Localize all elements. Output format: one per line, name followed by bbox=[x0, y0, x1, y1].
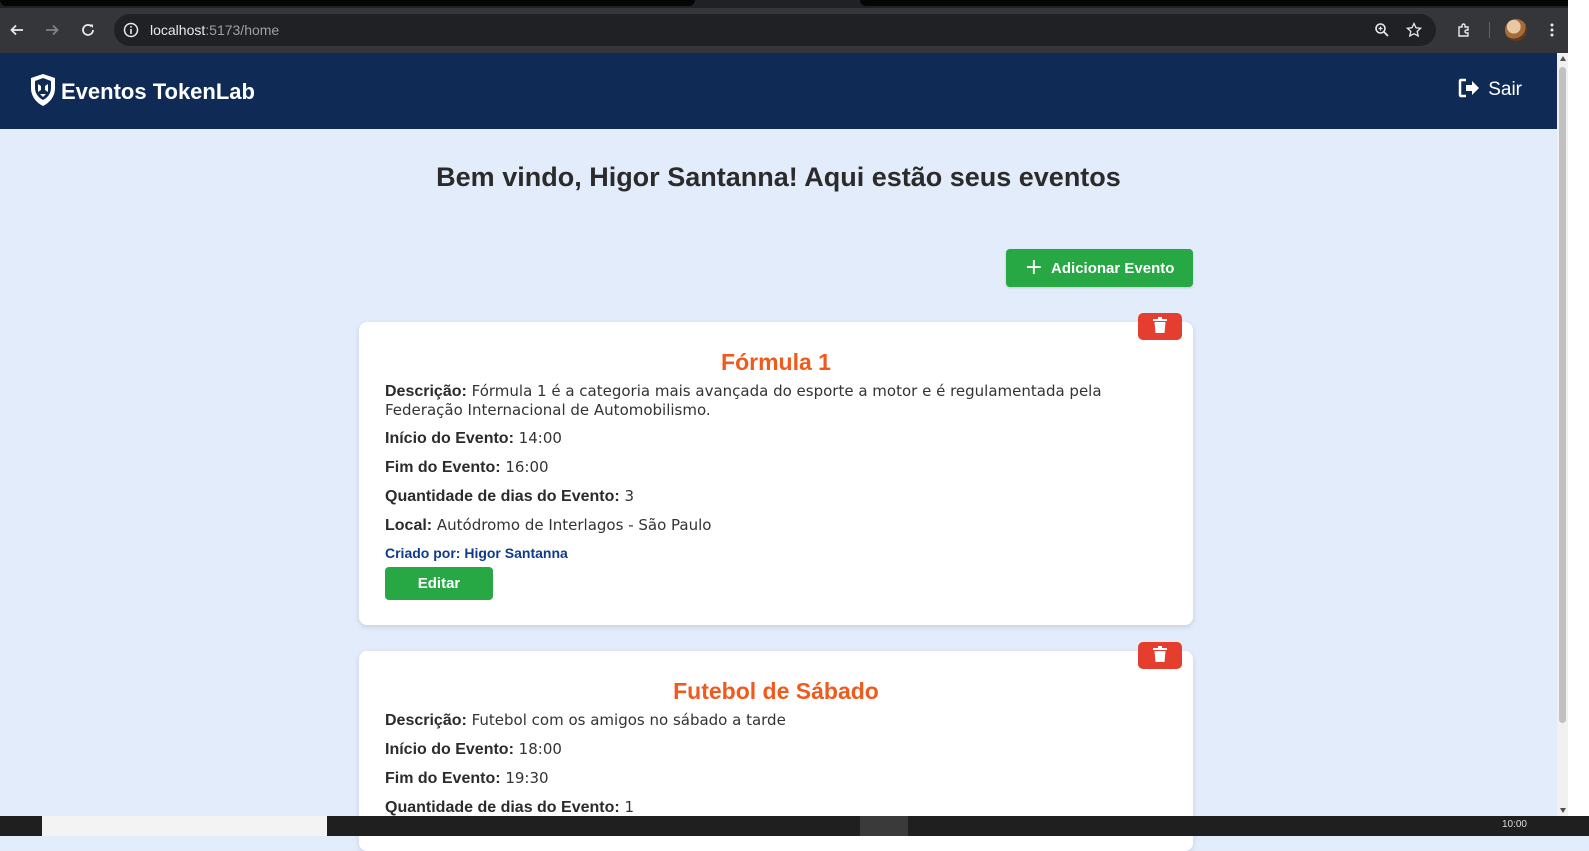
event-creator: Criado por: Higor Santanna bbox=[385, 545, 568, 561]
event-days: Quantidade de dias do Evento: 3 bbox=[385, 487, 635, 505]
site-info-icon[interactable] bbox=[123, 22, 139, 42]
edit-event-button[interactable]: Editar bbox=[385, 567, 493, 600]
browser-menu-icon[interactable] bbox=[1541, 19, 1563, 41]
event-start: Início do Evento: 14:00 bbox=[385, 429, 562, 447]
browser-toolbar: localhost:5173/home bbox=[0, 8, 1589, 53]
trash-icon bbox=[1153, 316, 1167, 337]
taskbar-clock[interactable]: 10:00 bbox=[1502, 819, 1527, 830]
event-title: Futebol de Sábado bbox=[673, 678, 879, 704]
event-title: Fórmula 1 bbox=[721, 349, 831, 375]
forward-icon[interactable] bbox=[41, 19, 63, 41]
event-end: Fim do Evento: 19:30 bbox=[385, 769, 549, 787]
browser-tab[interactable] bbox=[860, 0, 1589, 6]
back-icon[interactable] bbox=[6, 19, 28, 41]
app-title: Eventos TokenLab bbox=[61, 79, 255, 104]
url-text: localhost:5173/home bbox=[150, 22, 280, 38]
app-header: Eventos TokenLab Sair bbox=[0, 53, 1557, 129]
event-location: Local: Autódromo de Interlagos - São Pau… bbox=[385, 516, 712, 534]
sign-out-icon bbox=[1458, 78, 1480, 102]
trash-icon bbox=[1153, 645, 1167, 666]
taskbar-app-button[interactable] bbox=[42, 816, 327, 836]
scroll-down-icon[interactable] bbox=[1560, 808, 1566, 813]
address-bar[interactable]: localhost:5173/home bbox=[114, 14, 1436, 46]
plus-icon: + bbox=[1024, 255, 1044, 280]
browser-tab-strip bbox=[0, 0, 1589, 8]
event-start: Início do Evento: 18:00 bbox=[385, 740, 562, 758]
os-taskbar: 10:00 bbox=[0, 816, 1589, 836]
add-event-label: Adicionar Evento bbox=[1051, 259, 1175, 277]
window-edge bbox=[1568, 0, 1589, 836]
bookmark-star-icon[interactable] bbox=[1403, 19, 1425, 41]
event-description: Descrição: Futebol com os amigos no sába… bbox=[385, 711, 786, 729]
event-card: Fórmula 1 Descrição: Fórmula 1 é a categ… bbox=[359, 313, 1193, 625]
taskbar-app-button[interactable] bbox=[860, 816, 908, 836]
scroll-up-icon[interactable] bbox=[1560, 56, 1566, 61]
logout-button[interactable]: Sair bbox=[1458, 78, 1522, 102]
browser-tab[interactable] bbox=[0, 0, 695, 6]
extensions-icon[interactable] bbox=[1453, 19, 1475, 41]
page-scrollbar[interactable] bbox=[1557, 53, 1568, 816]
event-end: Fim do Evento: 16:00 bbox=[385, 458, 549, 476]
delete-event-button[interactable] bbox=[1138, 313, 1182, 340]
event-days: Quantidade de dias do Evento: 1 bbox=[385, 798, 635, 816]
profile-avatar[interactable] bbox=[1505, 19, 1527, 41]
delete-event-button[interactable] bbox=[1138, 642, 1182, 669]
toolbar-divider bbox=[1489, 22, 1490, 38]
brand[interactable]: Eventos TokenLab bbox=[29, 73, 255, 111]
add-event-button[interactable]: + Adicionar Evento bbox=[1006, 249, 1193, 287]
logout-label: Sair bbox=[1488, 79, 1522, 100]
zoom-icon[interactable] bbox=[1371, 19, 1393, 41]
page-title: Bem vindo, Higor Santanna! Aqui estão se… bbox=[436, 162, 1121, 192]
scrollbar-thumb[interactable] bbox=[1559, 67, 1566, 723]
reload-icon[interactable] bbox=[77, 19, 99, 41]
event-description: Descrição: Fórmula 1 é a categoria mais … bbox=[385, 382, 1102, 419]
shield-logo-icon bbox=[29, 73, 57, 111]
